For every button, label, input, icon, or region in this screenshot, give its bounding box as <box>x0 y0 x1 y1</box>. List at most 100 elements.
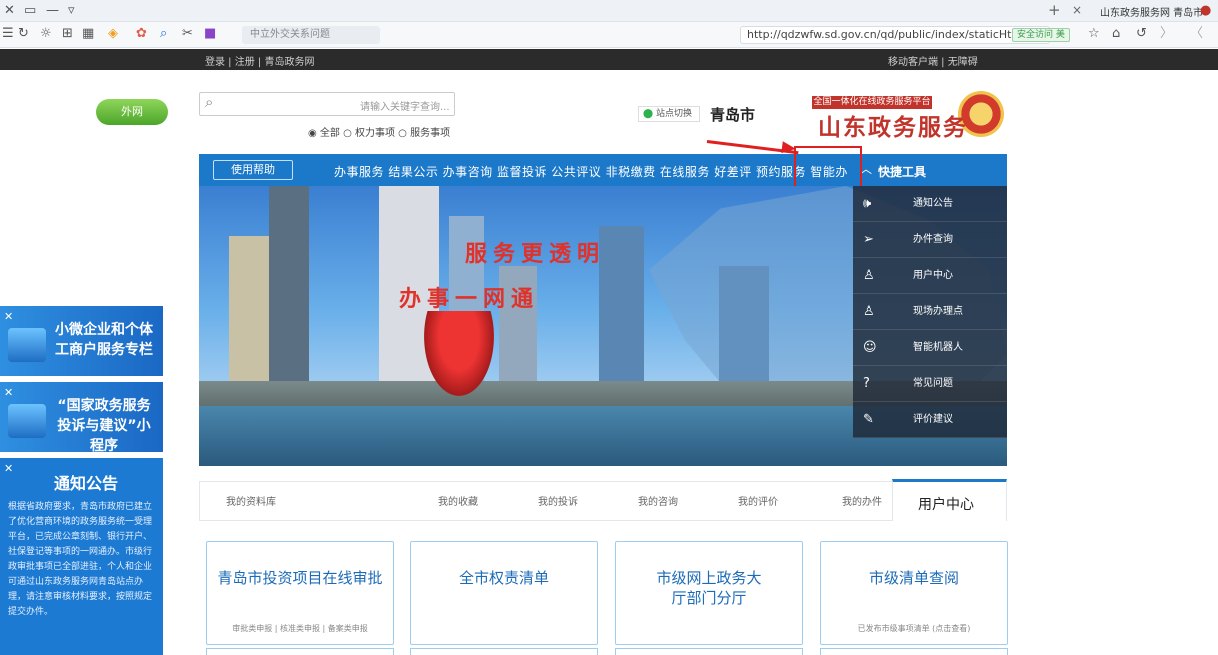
quick-tool-label: 现场办理点 <box>913 306 963 317</box>
question-icon: ? <box>863 376 870 391</box>
service-card-row2[interactable] <box>410 648 598 655</box>
close-icon[interactable]: ✕ <box>4 386 13 399</box>
service-card[interactable]: 市级清单查阅 已发布市级事项清单 (点击查看) <box>820 541 1008 645</box>
quick-tool-label: 智能机器人 <box>913 342 963 353</box>
site-top-strip: 登录 | 注册 | 青岛政务网 移动客户端 | 无障碍 <box>0 49 1218 70</box>
cut-icon[interactable]: ✂ <box>182 25 193 43</box>
site-header <box>0 70 1218 154</box>
service-card-row2[interactable] <box>206 648 394 655</box>
user-center-tabs <box>199 481 1007 521</box>
quick-tool-item[interactable]: ☺ 智能机器人 <box>853 330 1007 366</box>
help-button[interactable]: 使用帮助 <box>213 160 293 180</box>
menu-icon[interactable]: ☰ <box>2 25 14 43</box>
search-tool-icon[interactable]: ⌕ <box>160 25 167 43</box>
city-switch-button[interactable]: ⬤ 站点切换 <box>638 106 700 122</box>
logo-title[interactable]: 山东政务服务 <box>818 108 968 142</box>
complaint-miniprogram-label: “国家政务服务投诉与建议”小程序 <box>57 398 151 454</box>
browser-tab-bar: ✕ ▭ — ▿ + × 山东政务服务网 青岛市 ● <box>0 0 1218 22</box>
service-card[interactable]: 青岛市投资项目在线审批 审批类申报 | 核准类申报 | 备案类申报 <box>206 541 394 645</box>
apps-icon[interactable]: ▦ <box>82 25 94 43</box>
card-subtitle[interactable]: 审批类申报 | 核准类申报 | 备案类申报 <box>207 623 393 634</box>
extension-icon[interactable]: ■ <box>204 25 216 43</box>
quick-tool-label: 常见问题 <box>913 378 953 389</box>
quick-tool-item[interactable]: ♙ 用户中心 <box>853 258 1007 294</box>
tab-user-center-label: 用户中心 <box>918 497 974 513</box>
close-window-icon[interactable]: ✕ <box>4 2 15 20</box>
quick-tool-label: 评价建议 <box>913 414 953 425</box>
tab-my-materials[interactable]: 我的资料库 <box>226 493 276 508</box>
quick-tool-item[interactable]: ♙ 现场办理点 <box>853 294 1007 330</box>
game-icon[interactable]: ✿ <box>136 25 147 43</box>
close-icon[interactable]: ✕ <box>4 310 13 323</box>
shield-icon[interactable]: ◈ <box>108 25 118 43</box>
person-icon: ♙ <box>863 304 875 319</box>
browser-search-input[interactable]: 中立外交关系问题 <box>242 26 380 44</box>
search-icon[interactable]: ⌕ <box>205 93 213 111</box>
quick-tools-panel: 🕪 通知公告 ➢ 办件查询 ♙ 用户中心 ♙ 现场办理点 ☺ 智能机器人? 常见问题 ✎ 评价建议 <box>853 186 1007 438</box>
quick-tool-item[interactable]: ✎ 评价建议 <box>853 402 1007 438</box>
service-card[interactable]: 全市权责清单 <box>410 541 598 645</box>
pin-icon[interactable]: ▿ <box>68 2 75 20</box>
search-scope-radios[interactable]: ◉ 全部 ○ 权力事项 ○ 服务事项 <box>308 124 450 139</box>
robot-icon: ☺ <box>863 340 877 355</box>
quick-tool-item[interactable]: ? 常见问题 <box>853 366 1007 402</box>
service-card[interactable]: 市级网上政务大厅部门分厅 <box>615 541 803 645</box>
quick-tools-menu[interactable]: 快捷工具 <box>878 163 926 180</box>
building <box>599 226 644 386</box>
back-icon[interactable]: 〈 <box>1190 25 1203 43</box>
browser-tab-title[interactable]: 山东政务服务网 青岛市 <box>1100 4 1203 19</box>
banner-slogan-2: 办事一网通 <box>399 287 540 312</box>
notice-body: 根据省政府要求，青岛市政府已建立了优化营商环境的政务服务统一受理平台，已完成公章… <box>8 502 153 617</box>
speaker-icon: 🕪 <box>863 196 872 211</box>
city-switch-label: 站点切换 <box>655 109 692 119</box>
may-fourth-sculpture <box>424 311 494 396</box>
site-favicon-icon: ● <box>1200 3 1212 18</box>
restore-icon[interactable]: ▭ <box>24 2 36 20</box>
tab-my-favorites[interactable]: 我的收藏 <box>438 493 478 508</box>
tab-my-reviews[interactable]: 我的评价 <box>738 493 778 508</box>
new-tab-icon[interactable]: + <box>1048 1 1061 19</box>
card-title: 市级清单查阅 <box>868 569 959 587</box>
edit-icon: ✎ <box>863 412 874 427</box>
minimize-icon[interactable]: — <box>46 2 59 20</box>
current-city: 青岛市 <box>710 106 756 124</box>
quick-tool-item[interactable]: 🕪 通知公告 <box>853 186 1007 222</box>
top-right-links[interactable]: 移动客户端 | 无障碍 <box>888 53 978 68</box>
settings-icon[interactable]: ☼ <box>40 25 52 43</box>
small-business-column-label: 小微企业和个体工商户服务专栏 <box>55 322 153 358</box>
address-bar[interactable]: http://qdzwfw.sd.gov.cn/qd/public/index/… <box>740 26 1050 44</box>
business-illustration-icon <box>8 328 46 362</box>
location-pin-icon: ⬤ <box>643 109 654 119</box>
tab-my-cases[interactable]: 我的办件 <box>842 493 882 508</box>
reload-icon[interactable]: ↺ <box>1136 25 1147 43</box>
forward-icon[interactable]: 〉 <box>1160 25 1173 43</box>
star-icon[interactable]: ☆ <box>1088 25 1100 43</box>
nav-menu-items[interactable]: 办事服务 结果公示 办事咨询 监督投诉 公共评议 非税缴费 在线服务 好差评 预… <box>334 163 848 180</box>
feedback-illustration-icon <box>8 404 46 438</box>
service-card-row2[interactable] <box>820 648 1008 655</box>
close-icon[interactable]: ✕ <box>4 462 13 475</box>
notice-title: 通知公告 <box>54 474 119 493</box>
site-search-placeholder: 请输入关键字查询... <box>360 102 450 113</box>
tab-my-complaints[interactable]: 我的投诉 <box>538 493 578 508</box>
tab-close-icon[interactable]: × <box>1072 3 1082 17</box>
annotation-arrow-head <box>781 141 797 155</box>
quick-tool-item[interactable]: ➢ 办件查询 <box>853 222 1007 258</box>
top-left-links[interactable]: 登录 | 注册 | 青岛政务网 <box>205 53 314 68</box>
card-subtitle[interactable]: 已发布市级事项清单 (点击查看) <box>821 623 1007 634</box>
small-business-column-widget[interactable]: ✕ 小微企业和个体工商户服务专栏 <box>0 306 163 376</box>
quick-tool-label: 用户中心 <box>913 270 953 281</box>
complaint-miniprogram-widget[interactable]: ✕ “国家政务服务投诉与建议”小程序 <box>0 382 163 454</box>
secure-badge: 安全访问 美 <box>1012 28 1070 42</box>
external-network-button[interactable]: 外网 <box>96 99 168 125</box>
tab-my-consultations[interactable]: 我的咨询 <box>638 493 678 508</box>
building <box>269 186 309 386</box>
quick-tool-label: 通知公告 <box>913 198 953 209</box>
grid-icon[interactable]: ⊞ <box>62 25 73 43</box>
annotation-highlight-box <box>794 146 862 188</box>
refresh-icon[interactable]: ↻ <box>18 25 29 43</box>
home-icon[interactable]: ⌂ <box>1112 25 1120 43</box>
card-title: 全市权责清单 <box>458 569 549 587</box>
service-card-row2[interactable] <box>615 648 803 655</box>
banner-slogan-1: 服务更透明 <box>465 242 606 267</box>
